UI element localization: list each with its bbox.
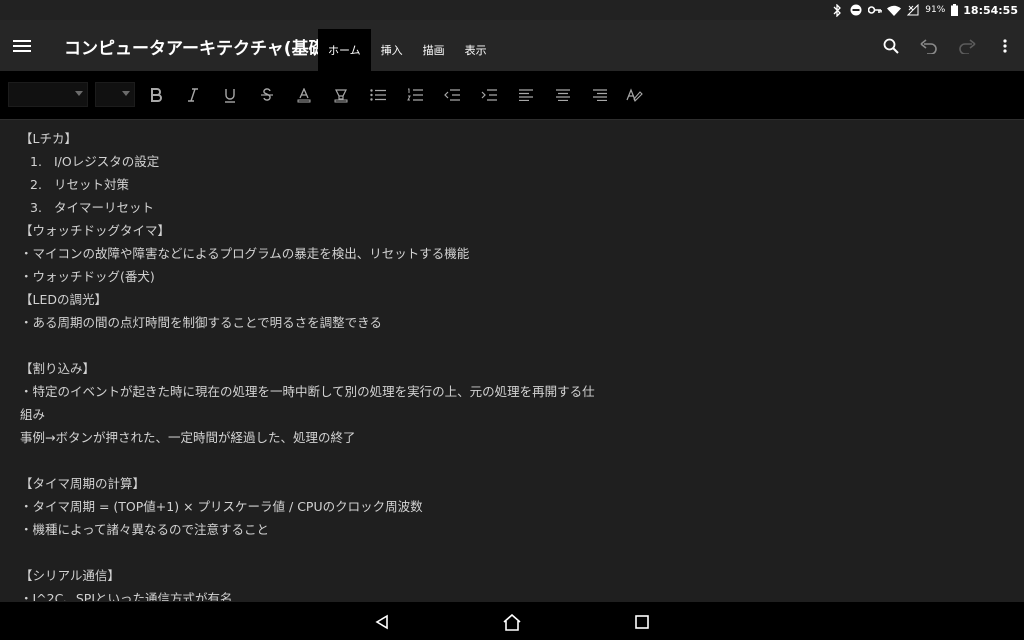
menu-button[interactable] — [10, 34, 34, 58]
text-line[interactable]: ・ある周期の間の点灯時間を制御することで明るさを調整できる — [20, 311, 382, 334]
home-button[interactable] — [501, 611, 523, 633]
search-button[interactable] — [872, 27, 910, 65]
font-size-dropdown[interactable] — [95, 82, 135, 107]
align-right-icon — [593, 89, 607, 101]
chevron-down-icon — [75, 91, 83, 96]
status-clock: 18:54:55 — [963, 3, 1018, 17]
list-number: 3. — [30, 200, 42, 215]
system-nav-bar — [0, 602, 1024, 640]
text-line[interactable]: 【シリアル通信】 — [20, 564, 120, 587]
tab-view[interactable]: 表示 — [455, 29, 497, 71]
key-icon — [868, 3, 883, 17]
numbered-list-button[interactable] — [403, 83, 427, 107]
bold-icon — [151, 88, 162, 102]
back-button[interactable] — [371, 611, 393, 633]
font-color-icon — [297, 87, 311, 102]
recents-button[interactable] — [631, 611, 653, 633]
bullet-list-button[interactable] — [366, 83, 390, 107]
battery-icon — [950, 3, 958, 17]
underline-icon — [225, 88, 235, 103]
document-body[interactable]: 【Lチカ】 1. I/Oレジスタの設定 2. リセット対策 3. タイマーリセット 【… — [0, 120, 1024, 601]
chevron-down-icon — [122, 91, 130, 96]
list-number: 1. — [30, 154, 42, 169]
text-line[interactable]: ・マイコンの故障や障害などによるプログラムの暴走を検出、リセットする機能 — [20, 242, 469, 265]
tab-draw[interactable]: 描画 — [413, 29, 455, 71]
formatting-toolbar — [0, 71, 1024, 120]
clear-formatting-icon — [626, 87, 643, 102]
bullet-list-icon — [370, 89, 386, 101]
decrease-indent-icon — [444, 89, 460, 101]
tab-insert[interactable]: 挿入 — [371, 29, 413, 71]
decrease-indent-button[interactable] — [440, 83, 464, 107]
strikethrough-icon — [261, 88, 273, 101]
status-bar: 91% 18:54:55 — [0, 0, 1024, 20]
undo-icon — [920, 38, 937, 54]
wifi-icon — [887, 3, 902, 17]
text-line[interactable]: ・I^2C、SPIといった通信方式が有名 — [20, 587, 233, 601]
align-left-button[interactable] — [514, 83, 538, 107]
tab-home[interactable]: ホーム — [318, 29, 371, 71]
underline-button[interactable] — [218, 83, 242, 107]
text-line[interactable]: 【タイマ周期の計算】 — [20, 472, 145, 495]
text-line[interactable]: 【Lチカ】 — [20, 127, 77, 150]
text-line[interactable]: 事例→ボタンが押された、一定時間が経過した、処理の終了 — [20, 426, 355, 449]
list-item-text: タイマーリセット — [54, 200, 155, 215]
text-line[interactable]: 組み — [20, 403, 45, 426]
signal-icon — [906, 3, 920, 17]
align-right-button[interactable] — [588, 83, 612, 107]
list-item-text: リセット対策 — [54, 177, 130, 192]
list-number: 2. — [30, 177, 42, 192]
increase-indent-icon — [481, 89, 497, 101]
redo-button[interactable] — [948, 27, 986, 65]
align-left-icon — [519, 89, 533, 101]
clear-formatting-button[interactable] — [623, 83, 647, 107]
more-vert-icon — [1003, 38, 1007, 53]
text-line[interactable]: 【ウォッチドッグタイマ】 — [20, 219, 170, 242]
numbered-list-icon — [407, 88, 423, 101]
undo-button[interactable] — [910, 27, 948, 65]
highlight-button[interactable] — [329, 83, 353, 107]
more-options-button[interactable] — [986, 27, 1024, 65]
text-line[interactable]: ・タイマ周期 = (TOP値+1) × プリスケーラ値 / CPUのクロック周波… — [20, 495, 423, 518]
home-icon — [503, 613, 521, 631]
highlight-icon — [334, 88, 348, 102]
app-bar: コンピュータアーキテクチャ(基礎) ホーム 挿入 描画 表示 — [0, 20, 1024, 71]
search-icon — [883, 38, 899, 54]
numbered-list-item[interactable]: 1. I/Oレジスタの設定 — [30, 150, 159, 173]
numbered-list-item[interactable]: 3. タイマーリセット — [30, 196, 154, 219]
align-center-icon — [556, 89, 570, 101]
back-icon — [375, 614, 388, 630]
text-line[interactable]: 【割り込み】 — [20, 357, 95, 380]
bold-button[interactable] — [144, 83, 168, 107]
battery-percent: 91% — [925, 5, 946, 15]
hamburger-icon — [13, 40, 31, 52]
numbered-list-item[interactable]: 2. リセット対策 — [30, 173, 129, 196]
text-line[interactable]: 【LEDの調光】 — [20, 288, 107, 311]
document-title: コンピュータアーキテクチャ(基礎) — [64, 39, 334, 59]
redo-icon — [959, 38, 976, 54]
font-color-button[interactable] — [292, 83, 316, 107]
text-line[interactable]: ・機種によって諸々異なるので注意すること — [20, 518, 269, 541]
text-line[interactable]: ・ウォッチドッグ(番犬) — [20, 265, 155, 288]
bluetooth-icon — [830, 3, 844, 17]
ribbon-tabs: ホーム 挿入 描画 表示 — [318, 29, 497, 71]
increase-indent-button[interactable] — [477, 83, 501, 107]
strikethrough-button[interactable] — [255, 83, 279, 107]
font-name-dropdown[interactable] — [8, 82, 88, 107]
list-item-text: I/Oレジスタの設定 — [54, 154, 160, 169]
italic-icon — [188, 88, 198, 102]
text-line[interactable]: ・特定のイベントが起きた時に現在の処理を一時中断して別の処理を実行の上、元の処理… — [20, 380, 595, 403]
do-not-disturb-icon — [849, 3, 863, 17]
italic-button[interactable] — [181, 83, 205, 107]
align-center-button[interactable] — [551, 83, 575, 107]
recents-icon — [635, 615, 649, 629]
